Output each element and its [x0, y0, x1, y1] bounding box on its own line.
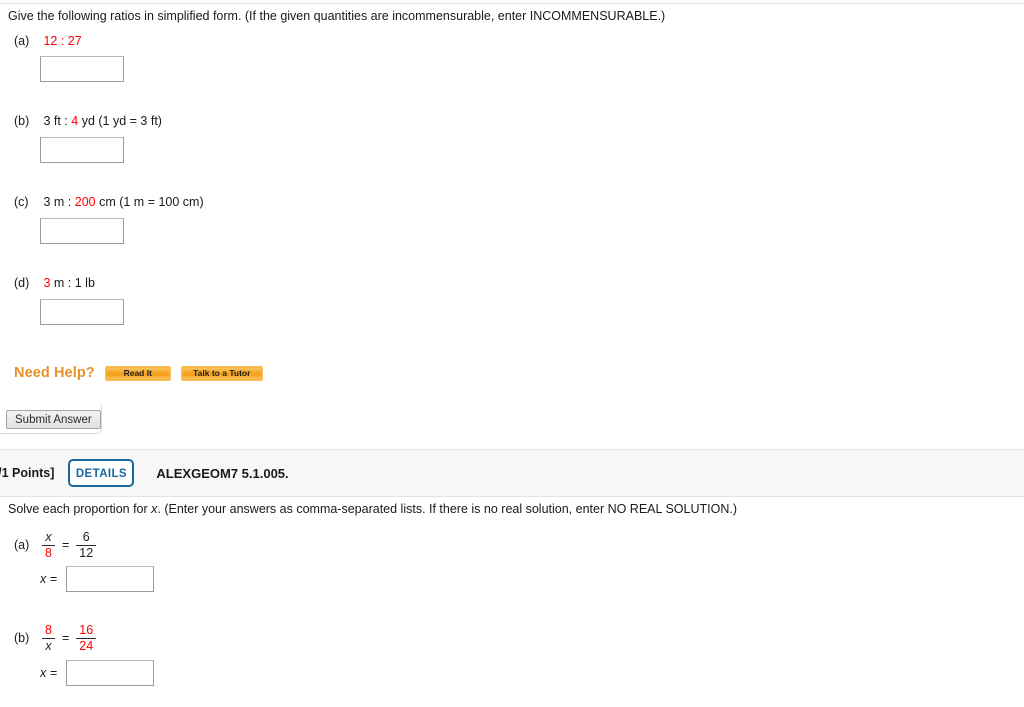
part-c-segment-0: 3 m : — [43, 195, 75, 209]
part-c-label: (c) — [14, 195, 29, 209]
read-it-button[interactable]: Read It — [104, 365, 171, 381]
details-button[interactable]: DETAILS — [68, 459, 135, 487]
answer-input-d[interactable] — [40, 299, 124, 325]
part-d-label: (d) — [14, 276, 30, 290]
part-b-segment-0: 3 ft : — [43, 114, 72, 128]
question-1-part-a: (a) 12 : 27 — [0, 34, 82, 48]
part-a-label: (a) — [14, 34, 30, 48]
q2-part-a-right-fraction: 6 12 — [76, 530, 97, 560]
submit-answer-button[interactable]: Submit Answer — [6, 410, 101, 429]
q2-a-left-numerator: x — [45, 530, 52, 544]
part-d-segment-1: m : 1 lb — [50, 276, 95, 290]
q2-b-equals-sign: = — [61, 631, 70, 645]
q2-b-x-equals-label: x = — [40, 666, 58, 680]
q2-a-right-denominator: 12 — [76, 544, 97, 560]
q2-answer-input-b[interactable] — [66, 660, 154, 686]
need-help-row: Need Help? Read It Talk to a Tutor — [14, 365, 263, 381]
question-2-prompt-before: Solve each proportion for — [8, 502, 152, 516]
q2-a-x-equals-label: x = — [40, 572, 58, 586]
talk-to-tutor-button[interactable]: Talk to a Tutor — [180, 365, 263, 381]
q2-b-left-denominator: x — [42, 637, 55, 653]
q2-part-a-answer-row: x = — [0, 566, 154, 592]
question-1-part-d: (d) 3 m : 1 lb — [0, 276, 95, 290]
q2-part-b-label: (b) — [14, 631, 30, 645]
question-1-part-c: (c) 3 m : 200 cm (1 m = 100 cm) — [0, 195, 204, 209]
top-divider — [0, 3, 1024, 4]
part-c-text: 3 m : 200 cm (1 m = 100 cm) — [43, 195, 203, 209]
part-a-text: 12 : 27 — [43, 34, 81, 48]
q2-a-right-numerator: 6 — [82, 530, 90, 544]
question-2-prompt-after: . (Enter your answers as comma-separated… — [157, 502, 738, 516]
question-1-prompt: Give the following ratios in simplified … — [8, 9, 666, 23]
answer-input-c[interactable] — [40, 218, 124, 244]
q2-part-b-left-fraction: 8 x — [42, 624, 55, 652]
question-1-part-b: (b) 3 ft : 4 yd (1 yd = 3 ft) — [0, 114, 162, 128]
part-b-label: (b) — [14, 114, 30, 128]
need-help-label: Need Help? — [14, 365, 95, 381]
q2-a-left-denominator: 8 — [42, 544, 55, 560]
question-2-prompt: Solve each proportion for x. (Enter your… — [8, 502, 737, 516]
q2-b-right-numerator: 16 — [79, 623, 94, 637]
answer-input-b[interactable] — [40, 137, 124, 163]
part-c-segment-1: 200 — [74, 195, 96, 209]
question-2-header-bar: -/1 Points] DETAILS ALEXGEOM7 5.1.005. — [0, 449, 1024, 497]
q2-part-a-left-fraction: x 8 — [42, 531, 55, 559]
part-b-segment-2: yd (1 yd = 3 ft) — [78, 114, 162, 128]
module-code-label: ALEXGEOM7 5.1.005. — [156, 465, 289, 481]
question-1-block: Give the following ratios in simplified … — [0, 8, 1024, 24]
question-2-part-a: (a) x 8 = 6 12 — [0, 531, 98, 559]
part-b-text: 3 ft : 4 yd (1 yd = 3 ft) — [43, 114, 161, 128]
part-c-segment-2: cm (1 m = 100 cm) — [95, 195, 204, 209]
part-d-text: 3 m : 1 lb — [43, 276, 94, 290]
q2-b-left-numerator: 8 — [45, 623, 52, 637]
q2-b-right-denominator: 24 — [76, 637, 97, 653]
q2-part-b-answer-row: x = — [0, 660, 154, 686]
question-2-part-b: (b) 8 x = 16 24 — [0, 624, 98, 652]
part-a-segment-0: 12 : 27 — [43, 34, 82, 48]
q2-answer-input-a[interactable] — [66, 566, 154, 592]
q2-part-a-label: (a) — [14, 538, 30, 552]
q2-a-equals-sign: = — [61, 538, 70, 552]
q2-part-b-right-fraction: 16 24 — [76, 623, 97, 653]
answer-input-a[interactable] — [40, 56, 124, 82]
points-label: -/1 Points] — [0, 466, 55, 480]
